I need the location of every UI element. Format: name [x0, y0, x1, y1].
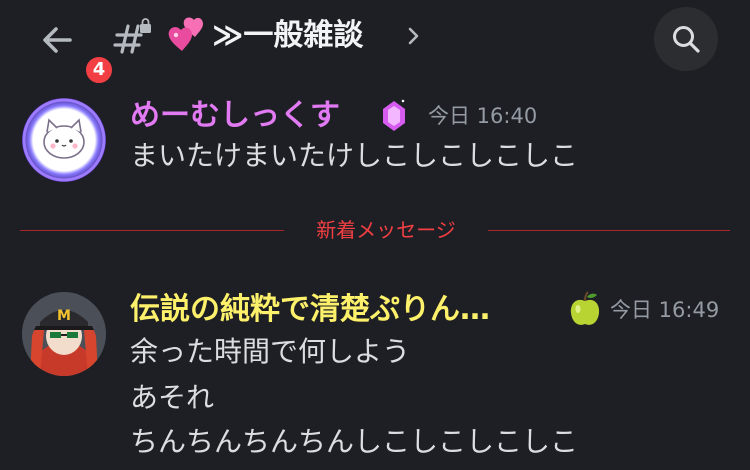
- message-group: めーむしっくす 今日 16:40 まいたけまいたけしこしこしこしこ: [0, 92, 750, 204]
- username[interactable]: 伝説の純粋で清楚ぷりん…: [130, 290, 490, 330]
- message-text: あそれ: [130, 381, 215, 414]
- message-text: まいたけまいたけしこしこしこしこ: [130, 139, 579, 172]
- channel-header: 4 ≫一般雑談: [0, 0, 750, 87]
- new-messages-divider: 新着メッセージ: [20, 210, 730, 250]
- message-text: 余った時間で何しよう: [130, 335, 411, 368]
- avatar[interactable]: M: [22, 292, 106, 376]
- locked-hash-icon: [112, 18, 156, 58]
- svg-text:M: M: [57, 308, 71, 324]
- username[interactable]: めーむしっくす: [130, 96, 340, 136]
- unread-badge: 4: [82, 53, 116, 87]
- message-group: M 伝説の純粋で清楚ぷりん… 今日 16:49 余った時間で何しよう あそれ ち…: [0, 286, 750, 470]
- new-messages-label: 新着メッセージ: [284, 210, 488, 250]
- divider-line: [20, 230, 284, 231]
- avatar[interactable]: [22, 98, 106, 182]
- divider-line: [488, 230, 730, 231]
- back-button[interactable]: 4: [30, 12, 116, 87]
- timestamp: 今日 16:40: [428, 104, 538, 128]
- message-header: めーむしっくす 今日 16:40: [130, 96, 730, 136]
- channel-title[interactable]: ≫一般雑談: [212, 14, 363, 58]
- arrow-left-icon: [43, 27, 72, 53]
- search-button[interactable]: [654, 7, 718, 71]
- message-header: 伝説の純粋で清楚ぷりん… 今日 16:49: [130, 290, 740, 330]
- two-hearts-emoji: [164, 14, 210, 58]
- search-icon: [673, 26, 700, 53]
- purple-gem-icon: [380, 98, 408, 134]
- timestamp: 今日 16:49: [610, 298, 720, 322]
- chevron-right-icon[interactable]: [406, 22, 422, 50]
- apple-icon: [568, 291, 602, 329]
- message-text: ちんちんちんちんしこしこしこしこ: [130, 425, 579, 458]
- chat-screen: 4 ≫一般雑談 めーむしっくす 今日 16:40 まいたけまいたけしこしこしこし…: [0, 0, 750, 470]
